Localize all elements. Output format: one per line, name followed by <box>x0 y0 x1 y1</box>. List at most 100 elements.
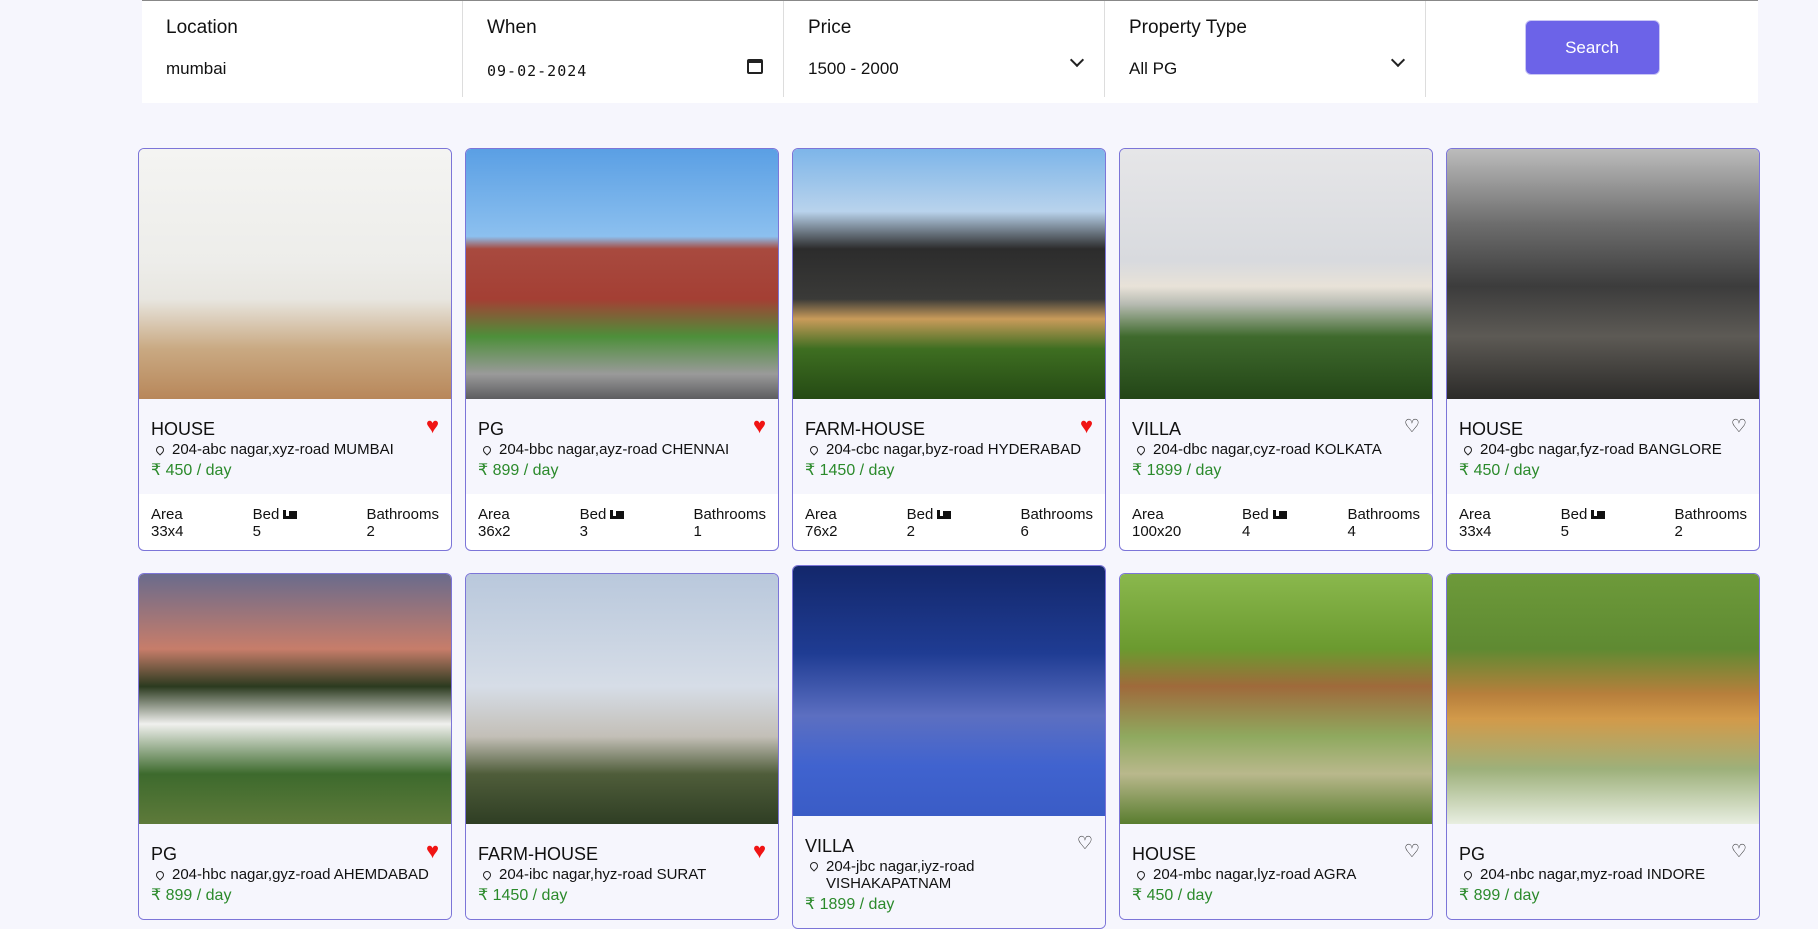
property-price: ₹ 1450 / day <box>478 887 568 904</box>
property-card[interactable]: VILLA ♡ 204-dbc nagar,cyz-road KOLKATA ₹… <box>1119 148 1433 551</box>
stat-value: 4 <box>1347 523 1356 540</box>
property-card[interactable]: FARM-HOUSE ♥ 204-ibc nagar,hyz-road SURA… <box>465 573 779 920</box>
property-address: 204-nbc nagar,myz-road INDORE <box>1459 866 1747 883</box>
stat-bed: Bed 5 <box>253 506 298 540</box>
address-text: 204-nbc nagar,myz-road INDORE <box>1480 866 1706 883</box>
stat-label: Bed <box>1561 506 1606 523</box>
stat-value: 2 <box>1674 523 1683 540</box>
map-pin-icon <box>481 868 493 881</box>
property-address: 204-mbc nagar,lyz-road AGRA <box>1132 866 1420 883</box>
property-card[interactable]: PG ♡ 204-nbc nagar,myz-road INDORE ₹ 899… <box>1446 573 1760 920</box>
calendar-icon[interactable] <box>747 59 763 74</box>
heart-outline-icon[interactable]: ♡ <box>1404 417 1420 435</box>
heart-outline-icon[interactable]: ♡ <box>1077 834 1093 852</box>
stat-bathrooms: Bathrooms 6 <box>1020 506 1093 540</box>
heart-outline-icon[interactable]: ♡ <box>1731 417 1747 435</box>
bed-icon <box>1591 510 1606 519</box>
heart-filled-icon[interactable]: ♥ <box>426 415 439 437</box>
map-pin-icon <box>1462 868 1474 881</box>
map-pin-icon <box>808 860 820 872</box>
location-input[interactable]: mumbai <box>166 59 438 79</box>
property-type-label: Property Type <box>1129 17 1247 38</box>
property-price: ₹ 450 / day <box>1459 462 1540 479</box>
heart-filled-icon[interactable]: ♥ <box>426 840 439 862</box>
address-text: 204-mbc nagar,lyz-road AGRA <box>1153 866 1357 883</box>
stat-area: Area 76x2 <box>805 506 838 540</box>
bed-icon <box>283 510 298 519</box>
heart-filled-icon[interactable]: ♥ <box>1080 415 1093 437</box>
property-card[interactable]: HOUSE ♥ 204-abc nagar,xyz-road MUMBAI ₹ … <box>138 148 452 551</box>
address-text: 204-jbc nagar,iyz-road VISHAKAPATNAM <box>826 858 975 892</box>
stat-value: 2 <box>906 523 915 540</box>
bed-icon <box>610 510 625 519</box>
price-field[interactable]: Price 1500 - 2000 <box>784 1 1105 97</box>
price-select[interactable]: 1500 - 2000 <box>808 59 1080 79</box>
property-type: FARM-HOUSE <box>478 844 599 864</box>
property-type: HOUSE <box>1132 844 1197 864</box>
property-type: VILLA <box>805 836 855 856</box>
property-address: 204-ibc nagar,hyz-road SURAT <box>478 866 766 883</box>
stat-area: Area 33x4 <box>1459 506 1492 540</box>
heart-outline-icon[interactable]: ♡ <box>1731 842 1747 860</box>
stat-label: Area <box>1132 506 1164 523</box>
property-card[interactable]: FARM-HOUSE ♥ 204-cbc nagar,byz-road HYDE… <box>792 148 1106 551</box>
stat-value: 5 <box>1560 523 1569 540</box>
address-text: 204-cbc nagar,byz-road HYDERABAD <box>826 441 1082 458</box>
stat-label: Bathrooms <box>693 506 766 523</box>
stat-bed: Bed 4 <box>1242 506 1287 540</box>
stat-value: 36x2 <box>478 523 511 540</box>
stat-bathrooms: Bathrooms 2 <box>1674 506 1747 540</box>
address-text: 204-gbc nagar,fyz-road BANGLORE <box>1480 441 1722 458</box>
property-type: FARM-HOUSE <box>805 419 926 439</box>
bed-icon <box>1272 510 1287 519</box>
property-info: HOUSE ♥ 204-abc nagar,xyz-road MUMBAI ₹ … <box>139 399 451 494</box>
property-address: 204-dbc nagar,cyz-road KOLKATA <box>1132 441 1420 458</box>
property-type: PG <box>478 419 505 439</box>
property-info: FARM-HOUSE ♥ 204-cbc nagar,byz-road HYDE… <box>793 399 1105 494</box>
stat-label: Bed <box>1242 506 1287 523</box>
property-card[interactable]: PG ♥ 204-hbc nagar,gyz-road AHEMDABAD ₹ … <box>138 573 452 920</box>
heart-outline-icon[interactable]: ♡ <box>1404 842 1420 860</box>
property-type-field[interactable]: Property Type All PG <box>1105 1 1426 97</box>
map-pin-icon <box>1135 443 1147 456</box>
location-field[interactable]: Location mumbai <box>142 1 463 97</box>
property-info: HOUSE ♡ 204-gbc nagar,fyz-road BANGLORE … <box>1447 399 1759 494</box>
stat-area: Area 100x20 <box>1132 506 1181 540</box>
address-text: 204-abc nagar,xyz-road MUMBAI <box>172 441 394 458</box>
map-pin-icon <box>808 443 820 456</box>
property-card[interactable]: PG ♥ 204-bbc nagar,ayz-road CHENNAI ₹ 89… <box>465 148 779 551</box>
address-text: 204-dbc nagar,cyz-road KOLKATA <box>1153 441 1382 458</box>
stat-label: Bed <box>907 506 952 523</box>
property-price: ₹ 1899 / day <box>1132 462 1222 479</box>
bed-icon <box>937 510 952 519</box>
property-type-select[interactable]: All PG <box>1129 59 1401 79</box>
property-price: ₹ 450 / day <box>1132 887 1213 904</box>
property-card[interactable]: HOUSE ♡ 204-mbc nagar,lyz-road AGRA ₹ 45… <box>1119 573 1433 920</box>
heart-filled-icon[interactable]: ♥ <box>753 415 766 437</box>
property-card[interactable]: HOUSE ♡ 204-gbc nagar,fyz-road BANGLORE … <box>1446 148 1760 551</box>
address-text: 204-bbc nagar,ayz-road CHENNAI <box>499 441 730 458</box>
stat-value: 33x4 <box>1459 523 1492 540</box>
stat-value: 5 <box>252 523 261 540</box>
stat-label: Bathrooms <box>1020 506 1093 523</box>
search-bar: Location mumbai When 09-02-2024 Price 15… <box>142 0 1758 103</box>
stat-label: Bed <box>253 506 298 523</box>
property-price: ₹ 1899 / day <box>805 896 895 913</box>
when-field[interactable]: When 09-02-2024 <box>463 1 784 97</box>
search-button[interactable]: Search <box>1524 20 1660 75</box>
property-address: 204-hbc nagar,gyz-road AHEMDABAD <box>151 866 439 883</box>
property-info: FARM-HOUSE ♥ 204-ibc nagar,hyz-road SURA… <box>466 824 778 919</box>
stat-label: Bathrooms <box>1674 506 1747 523</box>
property-card[interactable]: VILLA ♡ 204-jbc nagar,iyz-road VISHAKAPA… <box>792 565 1106 929</box>
date-input[interactable]: 09-02-2024 <box>487 62 759 80</box>
heart-filled-icon[interactable]: ♥ <box>753 840 766 862</box>
location-label: Location <box>166 17 238 38</box>
map-pin-icon <box>1462 443 1474 456</box>
stat-bathrooms: Bathrooms 4 <box>1347 506 1420 540</box>
stat-value: 3 <box>579 523 588 540</box>
property-stats: Area 36x2 Bed 3 Bathrooms 1 <box>466 494 778 550</box>
property-info: PG ♡ 204-nbc nagar,myz-road INDORE ₹ 899… <box>1447 824 1759 919</box>
stat-value: 6 <box>1020 523 1029 540</box>
property-image <box>793 566 1105 816</box>
property-image <box>466 149 778 399</box>
